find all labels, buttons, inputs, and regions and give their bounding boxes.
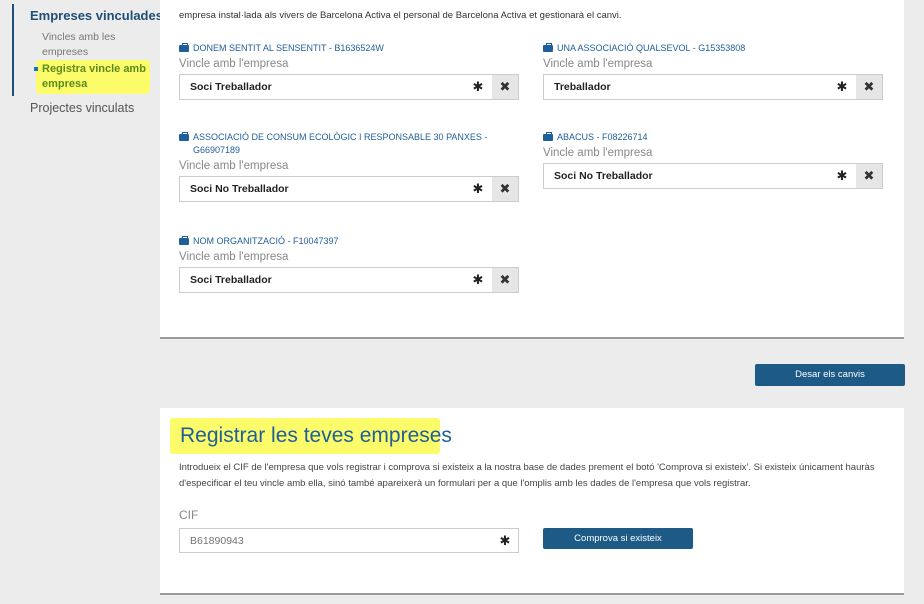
relation-select[interactable]: Soci Treballador ✱ ✖ [179, 267, 519, 293]
entity-name: ABACUS - F08226714 [557, 132, 648, 142]
entity-card: DONEM SENTIT AL SENSENTIT - B1636524W Vi… [179, 42, 519, 100]
sidebar: Empreses vinculades Vincles amb les empr… [0, 0, 163, 604]
relation-select[interactable]: Soci No Treballador ✱ ✖ [543, 163, 883, 189]
entity-name: DONEM SENTIT AL SENSENTIT - B1636524W [193, 43, 384, 53]
close-icon[interactable]: ✖ [856, 75, 882, 99]
relation-select[interactable]: Soci No Treballador ✱ ✖ [179, 176, 519, 202]
sidebar-active-indicator [12, 4, 14, 96]
required-icon: ✱ [499, 532, 511, 548]
entity-card: NOM ORGANITZACIÓ - F10047397 Vincle amb … [179, 235, 519, 293]
entity-header: DONEM SENTIT AL SENSENTIT - B1636524W [179, 42, 519, 55]
briefcase-icon [179, 236, 189, 245]
sidebar-title[interactable]: Empreses vinculades [30, 8, 163, 23]
relation-value[interactable]: Soci No Treballador [544, 170, 828, 182]
relation-select[interactable]: Treballador ✱ ✖ [543, 74, 883, 100]
entity-card: ABACUS - F08226714 Vincle amb l'empresa … [543, 131, 883, 189]
entity-name: UNA ASSOCIACIÓ QUALSEVOL - G15353808 [557, 43, 746, 53]
relation-label: Vincle amb l'empresa [179, 58, 289, 70]
entity-card: ASSOCIACIÓ DE CONSUM ECOLÒGIC I RESPONSA… [179, 131, 519, 202]
close-icon[interactable]: ✖ [856, 164, 882, 188]
check-exists-button[interactable]: Comprova si existeix [543, 528, 693, 549]
required-icon: ✱ [472, 181, 484, 196]
card-divider [160, 593, 904, 595]
close-icon[interactable]: ✖ [492, 177, 518, 201]
entity-header: ASSOCIACIÓ DE CONSUM ECOLÒGIC I RESPONSA… [179, 131, 499, 157]
entity-name: ASSOCIACIÓ DE CONSUM ECOLÒGIC I RESPONSA… [193, 132, 488, 155]
entity-card: UNA ASSOCIACIÓ QUALSEVOL - G15353808 Vin… [543, 42, 883, 100]
cif-input[interactable] [180, 534, 492, 547]
entity-name: NOM ORGANITZACIÓ - F10047397 [193, 236, 339, 246]
briefcase-icon [543, 43, 553, 52]
required-icon: ✱ [836, 79, 848, 94]
briefcase-icon [179, 43, 189, 52]
relation-label: Vincle amb l'empresa [179, 251, 289, 263]
cif-field[interactable]: ✱ [179, 528, 519, 553]
entity-header: ABACUS - F08226714 [543, 131, 883, 144]
relation-label: Vincle amb l'empresa [543, 147, 653, 159]
relation-select[interactable]: Soci Treballador ✱ ✖ [179, 74, 519, 100]
relation-value[interactable]: Soci Treballador [180, 274, 464, 286]
briefcase-icon [179, 132, 189, 141]
relation-value[interactable]: Soci Treballador [180, 81, 464, 93]
bullet-icon [34, 67, 38, 71]
briefcase-icon [543, 132, 553, 141]
relation-value[interactable]: Treballador [544, 81, 828, 93]
cif-label: CIF [179, 508, 199, 522]
close-icon[interactable]: ✖ [492, 268, 518, 292]
required-icon: ✱ [472, 272, 484, 287]
entity-header: NOM ORGANITZACIÓ - F10047397 [179, 235, 519, 248]
relation-value[interactable]: Soci No Treballador [180, 183, 464, 195]
intro-text: empresa instal·lada als vivers de Barcel… [179, 10, 622, 21]
close-icon[interactable]: ✖ [492, 75, 518, 99]
required-icon: ✱ [472, 79, 484, 94]
relation-label: Vincle amb l'empresa [543, 58, 653, 70]
section-title: Registrar les teves empreses [180, 424, 452, 447]
entity-header: UNA ASSOCIACIÓ QUALSEVOL - G15353808 [543, 42, 883, 55]
save-changes-button[interactable]: Desar els canvis [755, 364, 905, 386]
relation-label: Vincle amb l'empresa [179, 160, 289, 172]
sidebar-item-registra[interactable]: Registra vincle amb empresa [42, 62, 146, 92]
section-description: Introdueix el CIF de l'empresa que vols … [179, 462, 875, 489]
required-icon: ✱ [836, 168, 848, 183]
sidebar-item-vincles[interactable]: Vincles amb les empreses [42, 30, 132, 60]
card-divider [160, 337, 904, 339]
sidebar-item-projectes[interactable]: Projectes vinculats [30, 101, 134, 115]
